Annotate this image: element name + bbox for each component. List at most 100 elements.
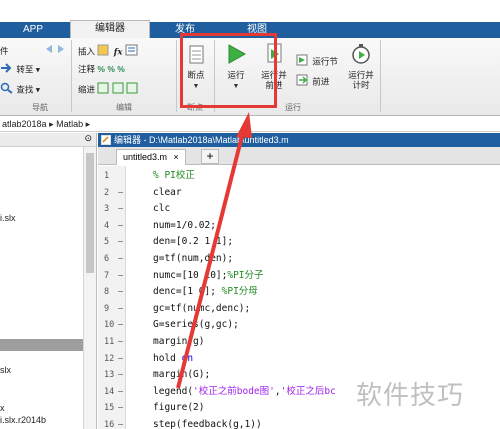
run-section-button[interactable]: 运行节 (296, 54, 338, 68)
code-line[interactable]: 4 — num=1/0.02; (98, 218, 500, 234)
breakpoint-marker[interactable]: — (118, 234, 123, 250)
code-line[interactable]: 2 — clear (98, 185, 500, 201)
back-forward-icons[interactable] (44, 44, 66, 58)
code-line[interactable]: 5 — den=[0.2 1 1]; (98, 234, 500, 250)
wrap-comment-icon[interactable]: % (117, 64, 125, 74)
run-section-icon (296, 54, 310, 70)
breakpoint-marker[interactable]: — (118, 251, 123, 267)
breakpoint-marker[interactable]: — (118, 201, 123, 217)
code-line[interactable]: 16— step(feedback(g,1)) (98, 417, 500, 429)
selected-row[interactable] (0, 339, 83, 351)
tab-untitled3[interactable]: untitled3.m × (116, 149, 186, 165)
code-line[interactable]: 12— hold on (98, 351, 500, 367)
breakpoint-marker[interactable]: — (118, 417, 123, 429)
string-token: '校正之前bode图' (193, 385, 275, 397)
breakpoint-marker[interactable]: — (118, 301, 123, 317)
code-text: figure(2) (153, 400, 204, 416)
breakpoint-marker[interactable]: — (118, 185, 123, 201)
decrease-indent-icon[interactable] (126, 82, 138, 98)
code-token: clc (153, 203, 171, 215)
breakpoint-marker[interactable]: — (118, 218, 123, 234)
line-number: 11 (104, 337, 115, 347)
line-number: 7 (104, 270, 110, 281)
insert-section-icon[interactable] (125, 44, 139, 60)
advance-button[interactable]: 前进 (296, 74, 329, 88)
line-number: 10 (104, 320, 115, 331)
run-and-time-button[interactable]: 运行并计时 (344, 42, 378, 90)
file-item[interactable]: slx (0, 365, 11, 375)
breakpoint-marker[interactable]: — (118, 367, 123, 383)
fx-icon[interactable]: fx (114, 47, 123, 57)
goto-button[interactable]: 转至 ▾ (0, 62, 40, 76)
run-group-label: 运行 (285, 103, 301, 112)
group-divider (71, 40, 72, 112)
breakpoint-marker[interactable]: — (118, 268, 123, 284)
tab-editor[interactable]: 编辑器 (70, 20, 150, 38)
file-item[interactable]: x (0, 403, 5, 413)
code-token: legend( (153, 385, 194, 397)
comment-token: % PI校正 (153, 170, 195, 181)
code-token: clear (153, 186, 182, 198)
code-line[interactable]: 1 % PI校正 (98, 168, 500, 184)
code-line[interactable]: 8 — denc=[1 0]; %PI分母 (98, 284, 500, 300)
code-line[interactable]: 6 — g=tf(num,den); (98, 251, 500, 267)
indent-button[interactable]: 缩进 (78, 82, 138, 96)
breakpoint-marker[interactable]: — (118, 284, 123, 300)
code-text: den=[0.2 1 1]; (153, 234, 233, 250)
line-number: 8 (104, 287, 110, 298)
breakpoint-marker[interactable]: — (118, 400, 123, 416)
breadcrumb-segment[interactable]: atlab2018a (2, 119, 47, 129)
line-number: 3 (104, 204, 110, 215)
comment-button[interactable]: 注释 % % % (78, 62, 125, 76)
code-line[interactable]: 7 — numc=[10 10];%PI分子 (98, 268, 500, 284)
breakpoint-marker[interactable]: — (118, 317, 123, 333)
insert-button[interactable]: 插入 fx (78, 44, 139, 58)
percent-off-icon[interactable]: % (107, 64, 115, 74)
code-token: hold (153, 352, 182, 364)
line-number: 2 (104, 187, 110, 198)
editor-title: 编辑器 - D:\Matlab2018a\Matlab\untitled3.m (114, 135, 289, 145)
breakpoint-marker[interactable]: — (118, 351, 123, 367)
close-icon[interactable]: × (174, 152, 179, 162)
comment-token: %PI分子 (227, 269, 264, 281)
code-line[interactable]: 9 — gc=tf(numc,denc); (98, 301, 500, 317)
tab-label: untitled3.m (123, 152, 168, 162)
stopwatch-icon (344, 42, 378, 68)
breakpoint-marker[interactable]: — (118, 384, 123, 400)
code-token: num=1/0.02; (153, 219, 216, 231)
breadcrumb[interactable]: atlab2018a ▸ Matlab ▸ (0, 116, 500, 132)
code-text: margin(g) (153, 334, 204, 350)
code-text: step(feedback(g,1)) (153, 417, 262, 429)
breadcrumb-segment[interactable]: Matlab (56, 119, 83, 129)
percent-icon[interactable]: % (97, 64, 105, 74)
code-line[interactable]: 11— margin(g) (98, 334, 500, 350)
panel-header: ⊙ (0, 133, 96, 147)
string-token: '校正之后bc (280, 385, 336, 397)
line-number: 13 (104, 370, 115, 381)
find-button[interactable]: 查找 ▾ (0, 82, 40, 96)
file-item[interactable]: i.slx (0, 213, 16, 223)
indent-icon[interactable] (97, 82, 109, 98)
tab-app[interactable]: APP (12, 22, 54, 38)
kw-token: on (181, 352, 194, 364)
code-line[interactable]: 10— G=series(g,gc); (98, 317, 500, 333)
title-strip (0, 0, 500, 22)
forward-icon[interactable] (56, 45, 66, 56)
advance-icon (296, 74, 310, 90)
back-icon[interactable] (44, 45, 54, 56)
file-item[interactable]: i.slx.r2014b (0, 415, 46, 425)
scrollbar-thumb[interactable] (86, 153, 94, 273)
line-number: 6 (104, 254, 110, 264)
panel-menu-icon[interactable]: ⊙ (84, 133, 92, 144)
breakpoint-marker[interactable]: — (118, 334, 123, 350)
code-text: g=tf(num,den); (153, 251, 233, 267)
code-line[interactable]: 3 — clc (98, 201, 500, 217)
increase-indent-icon[interactable] (112, 82, 124, 98)
search-icon (0, 82, 14, 98)
add-tab-button[interactable]: + (201, 149, 219, 164)
code-token: step(feedback(g,1)) (153, 419, 262, 429)
line-number: 1 (104, 171, 110, 181)
watermark-text: 软件技巧 (356, 381, 465, 411)
scrollbar[interactable] (83, 147, 96, 429)
nav-item-file[interactable]: 件 (0, 44, 9, 58)
